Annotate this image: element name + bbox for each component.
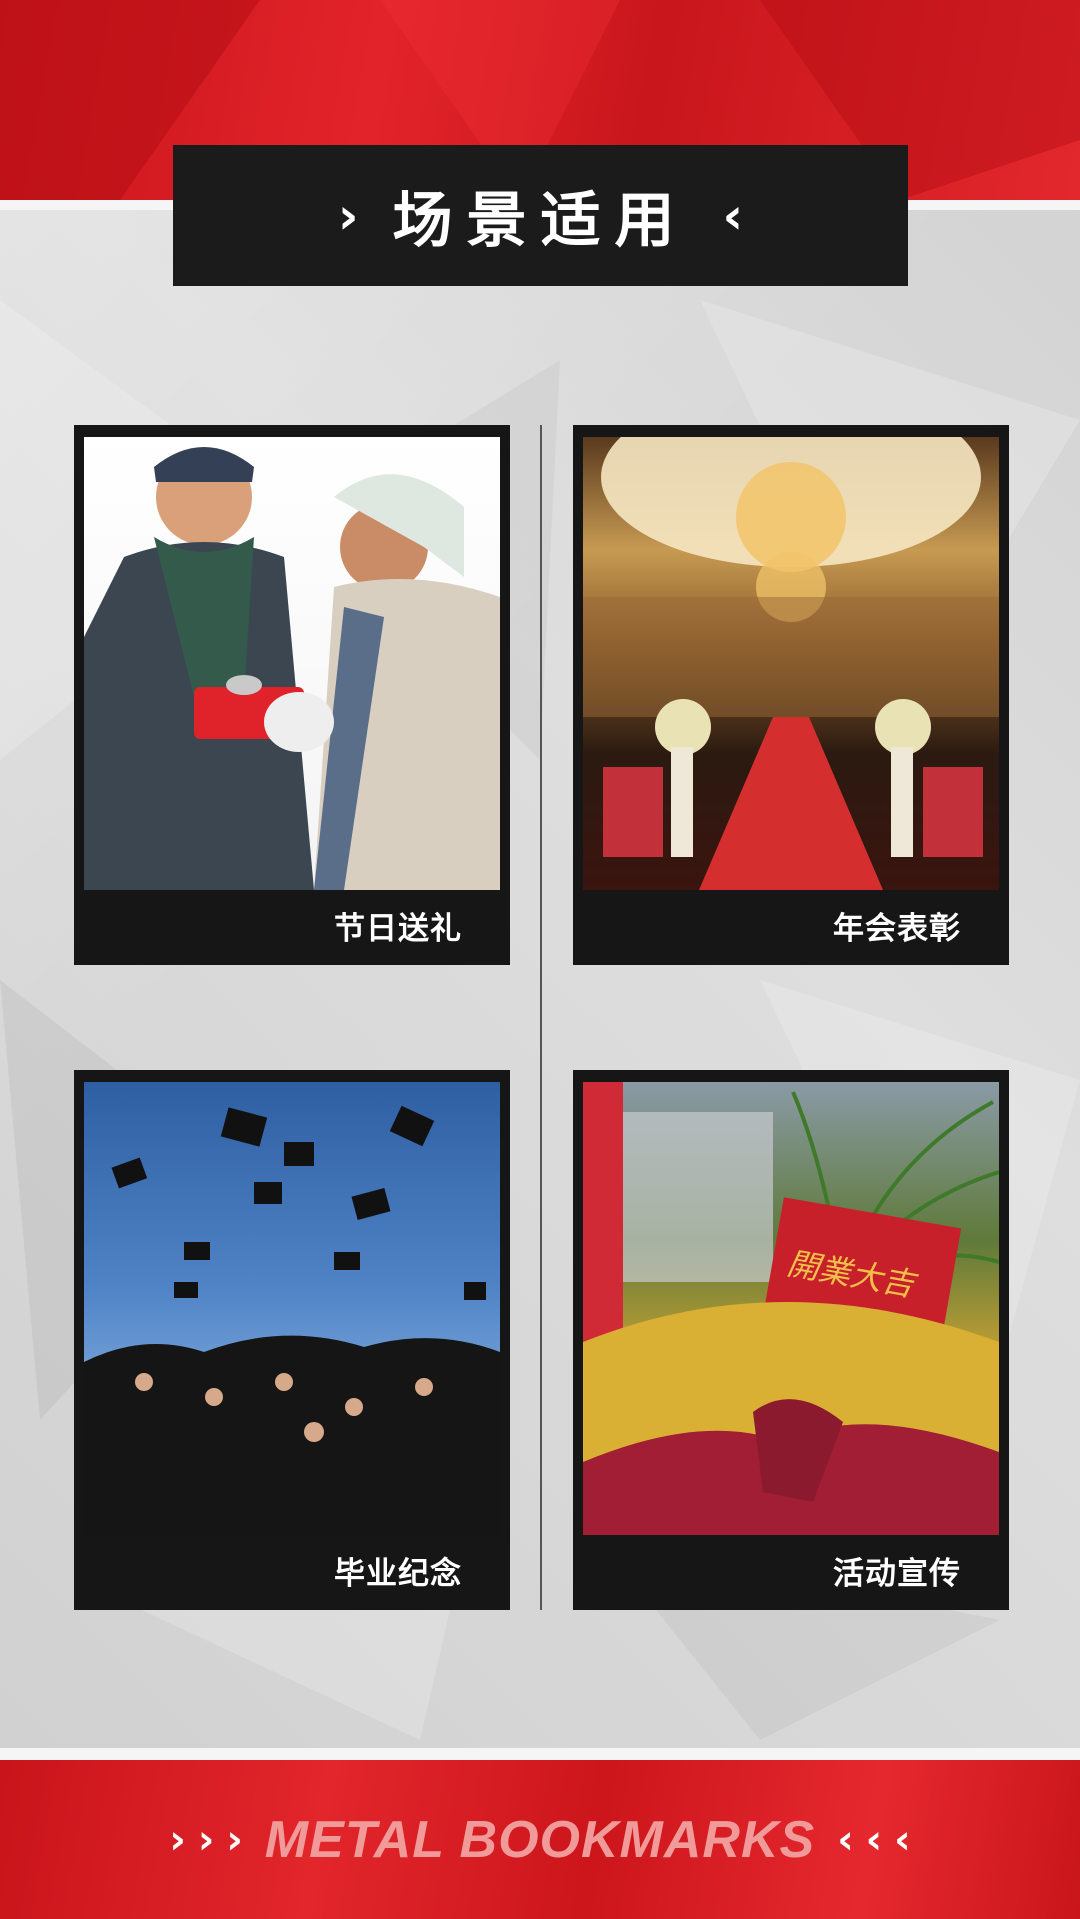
chevron-left-icon: ‹: [837, 1816, 854, 1863]
chevron-right-icon: ›: [226, 1816, 243, 1863]
scene-card-holiday-gift[interactable]: 节日送礼: [74, 425, 510, 965]
vertical-divider: [540, 425, 542, 1610]
scene-caption: 节日送礼: [334, 911, 462, 947]
scene-card-annual-meeting[interactable]: 年会表彰: [573, 425, 1009, 965]
chevron-left-icon: ‹: [722, 186, 744, 245]
chevron-right-icon: ›: [169, 1816, 186, 1863]
scene-card-promotional-event[interactable]: 開業大吉 活动宣传: [573, 1070, 1009, 1610]
section-title: 场景适用: [392, 186, 689, 256]
chevron-right-icon: ›: [337, 186, 359, 245]
scene-caption: 活动宣传: [833, 1556, 961, 1592]
photo-couple-gift: [84, 437, 500, 890]
chevron-left-icon: ‹: [894, 1816, 911, 1863]
chevron-right-icon: ›: [197, 1816, 215, 1863]
scene-caption: 毕业纪念: [334, 1556, 462, 1592]
chevron-left-icon: ‹: [865, 1816, 883, 1863]
photo-opening-ceremony: 開業大吉: [583, 1082, 999, 1535]
scene-card-graduation[interactable]: 毕业纪念: [74, 1070, 510, 1610]
footer-white-stripe: [0, 1748, 1080, 1760]
footer-brand-text: METAL BOOKMARKS: [264, 1810, 816, 1869]
photo-banquet-hall: [583, 437, 999, 890]
section-title-box: › 场景适用 ‹: [173, 145, 908, 286]
footer-chevrons-right: ‹ ‹ ‹: [837, 1817, 910, 1863]
footer-red-band: › › › METAL BOOKMARKS ‹ ‹ ‹: [0, 1760, 1080, 1919]
footer-chevrons-left: › › ›: [169, 1817, 242, 1863]
photo-graduation: [84, 1082, 500, 1535]
scene-caption: 年会表彰: [833, 911, 961, 947]
